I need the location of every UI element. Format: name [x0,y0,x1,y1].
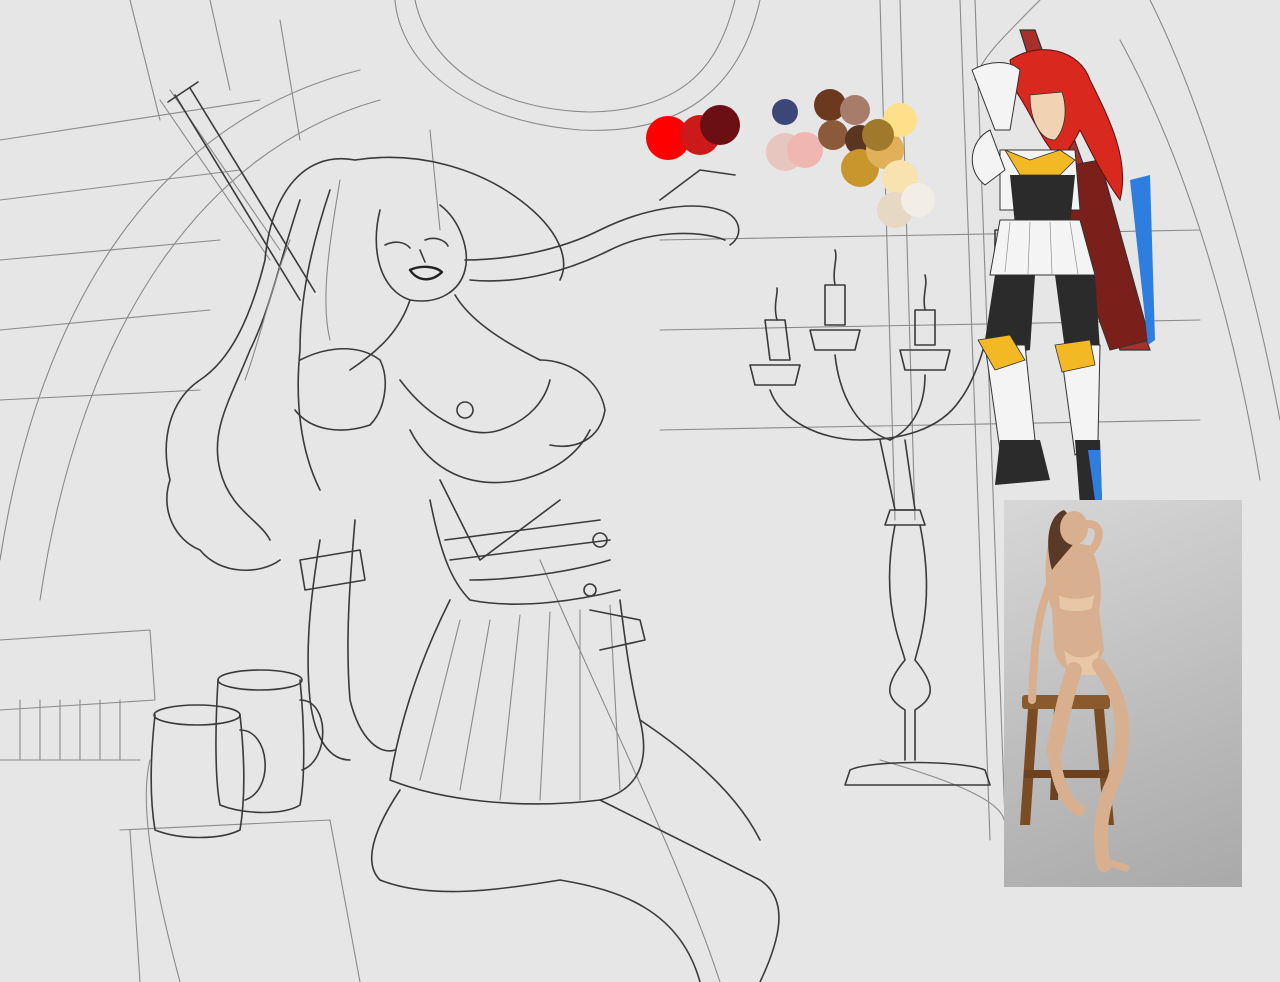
drawing-canvas[interactable] [0,0,1280,982]
pose-photo-content [1020,510,1130,872]
pose-reference-photo [1004,500,1242,887]
